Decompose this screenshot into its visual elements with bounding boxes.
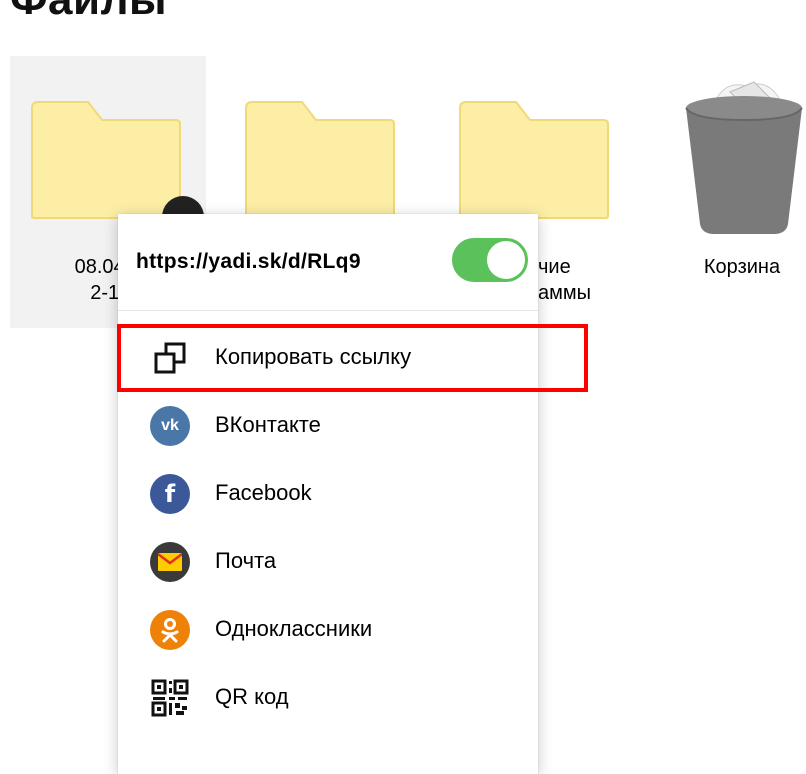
share-vk-label: ВКонтакте (215, 412, 321, 437)
toggle-knob (487, 241, 525, 279)
qr-code-label: QR код (215, 684, 289, 709)
facebook-icon: f (150, 474, 190, 514)
folder-icon (245, 101, 395, 219)
share-link-row: https://yadi.sk/d/RLq9 (118, 214, 538, 311)
public-access-toggle[interactable] (452, 238, 528, 282)
mail-icon (150, 542, 190, 582)
share-mail-label: Почта (215, 548, 277, 573)
odnoklassniki-icon (150, 610, 190, 650)
qr-code-item[interactable]: QR код (118, 664, 538, 730)
share-ok-label: Одноклассники (215, 616, 373, 641)
share-facebook-item[interactable]: f Facebook (118, 460, 538, 526)
vk-icon: vk (150, 406, 190, 446)
folder-icon (31, 101, 181, 219)
trash-tile[interactable]: Корзина (672, 56, 806, 328)
share-ok-item[interactable]: Одноклассники (118, 596, 538, 662)
copy-link-highlight (117, 324, 588, 392)
qr-code-icon (151, 679, 189, 717)
folder-icon (459, 101, 609, 219)
page-title: Файлы (10, 0, 167, 26)
share-link-url[interactable]: https://yadi.sk/d/RLq9 (136, 248, 436, 276)
share-popup: https://yadi.sk/d/RLq9 Копировать ссылку… (118, 214, 538, 774)
share-mail-item[interactable]: Почта (118, 528, 538, 594)
share-facebook-label: Facebook (215, 480, 312, 505)
trash-icon (685, 81, 803, 234)
share-vk-item[interactable]: vk ВКонтакте (118, 392, 538, 458)
folder-name: чие аммы (538, 256, 591, 304)
trash-label: Корзина (703, 256, 781, 278)
